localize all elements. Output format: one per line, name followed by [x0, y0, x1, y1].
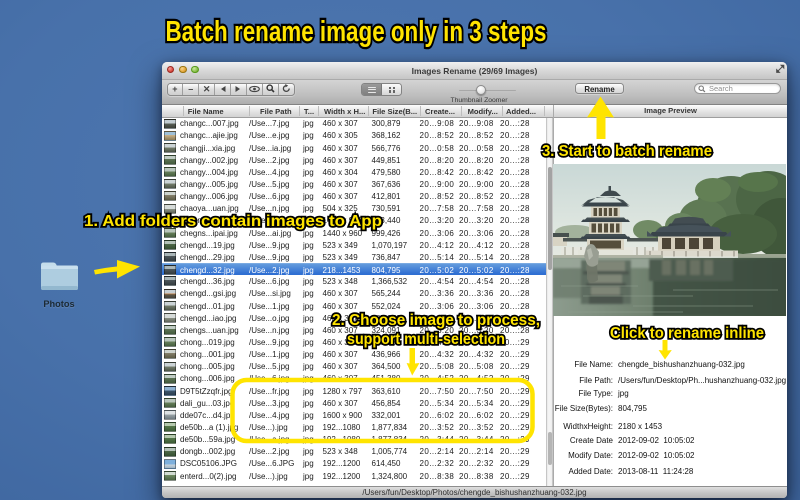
svg-text:Batch rename image only in 3 s: Batch rename image only in 3 steps — [166, 16, 547, 48]
